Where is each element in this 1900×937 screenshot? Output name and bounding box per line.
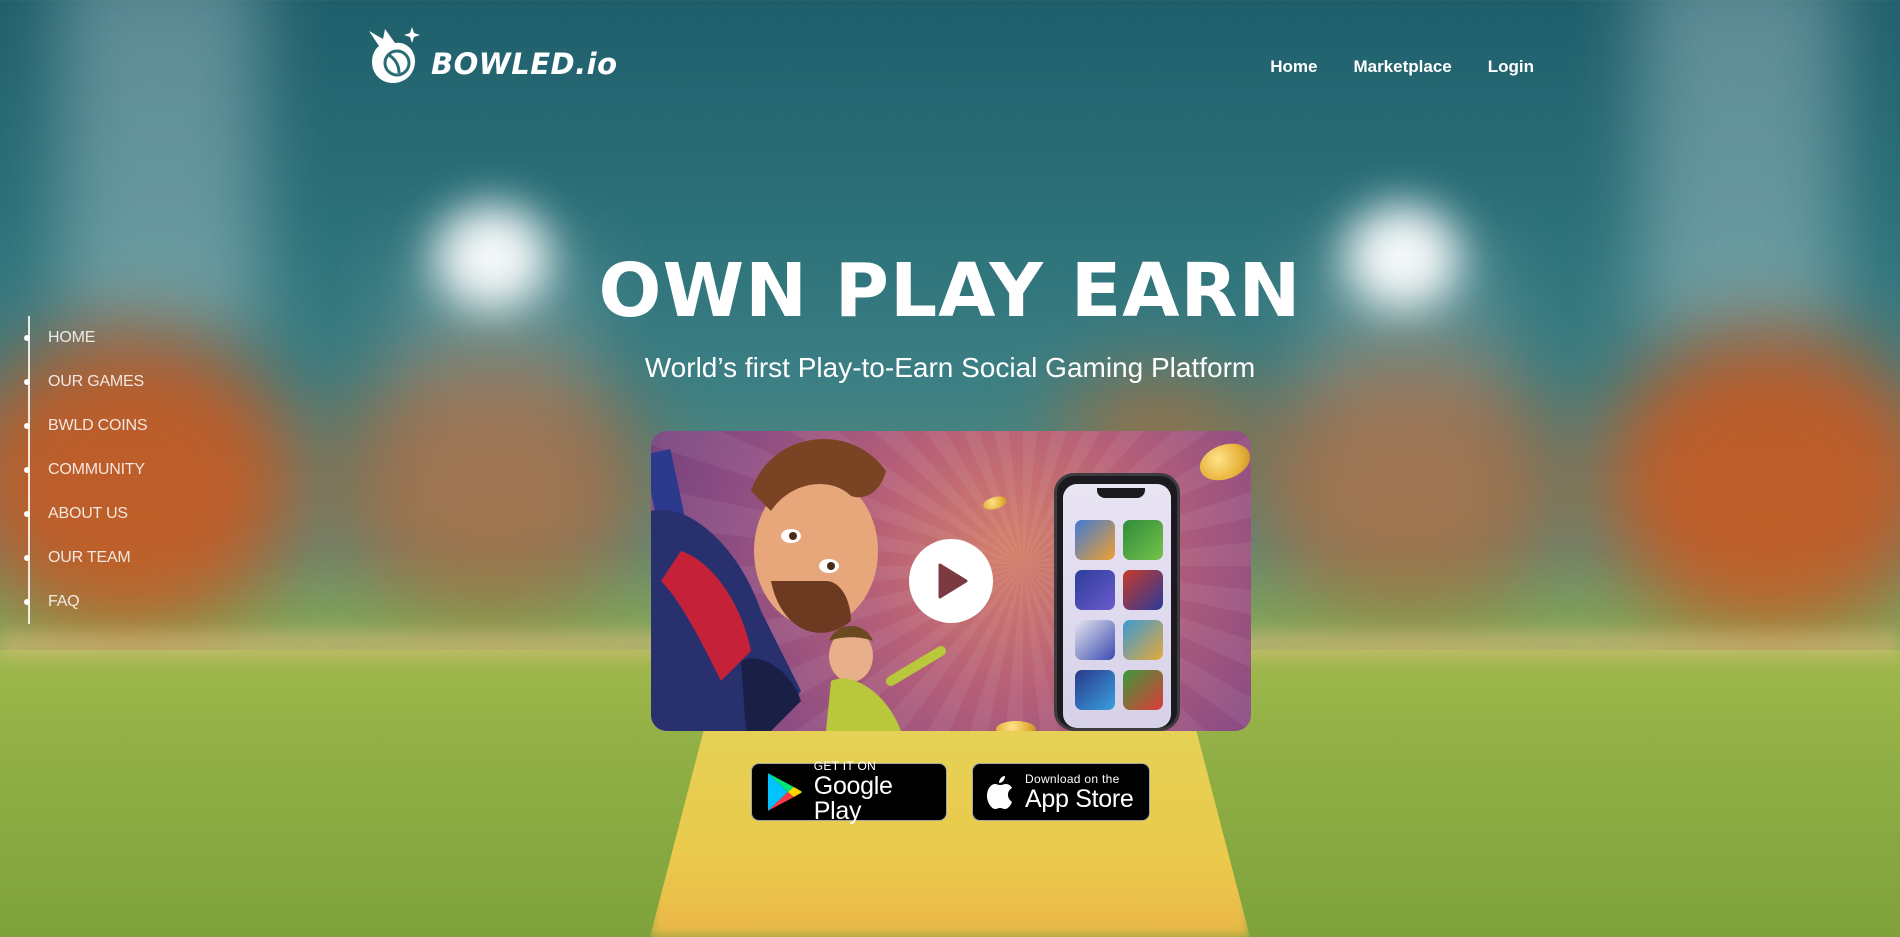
apple-icon — [987, 776, 1012, 809]
coin-icon — [996, 721, 1036, 731]
google-play-button[interactable]: GET IT ON Google Play — [751, 759, 947, 825]
nav-login-link[interactable]: Login — [1488, 57, 1534, 77]
bullet-icon — [24, 423, 30, 429]
hero-subtitle: World’s first Play-to-Earn Social Gaming… — [644, 352, 1256, 383]
bullet-icon — [24, 467, 30, 473]
play-video-button[interactable] — [909, 539, 993, 623]
bullet-icon — [24, 599, 30, 605]
brand-name: BOWLED.io — [431, 47, 618, 81]
nav-marketplace-link[interactable]: Marketplace — [1353, 57, 1451, 77]
app-store-button[interactable]: Download on the App Store — [972, 763, 1150, 821]
sidenav-item-community[interactable]: COMMUNITY — [24, 448, 147, 492]
ball-logo-icon — [369, 27, 420, 83]
sidenav-item-bwld-coins[interactable]: BWLD COINS — [24, 404, 148, 448]
sidenav-item-about-us[interactable]: ABOUT US — [24, 492, 147, 536]
play-icon — [938, 563, 968, 599]
google-play-big-text: Google Play — [813, 772, 893, 825]
top-nav: Home Marketplace Login — [1270, 57, 1534, 77]
brand-logo[interactable]: BOWLED.io — [365, 25, 618, 87]
bullet-icon — [24, 335, 30, 341]
hero-title: OWN PLAY EARN — [598, 248, 1302, 334]
nav-home-link[interactable]: Home — [1270, 57, 1317, 77]
app-store-big-text: App Store — [1025, 784, 1134, 813]
app-store-small-text: Download on the — [1025, 771, 1120, 786]
google-play-small-text: GET IT ON — [813, 759, 877, 773]
bullet-icon — [24, 555, 30, 561]
sidenav-item-faq[interactable]: FAQ — [24, 580, 147, 624]
sidenav-item-our-team[interactable]: OUR TEAM — [24, 536, 147, 580]
bullet-icon — [24, 511, 30, 517]
google-play-icon — [767, 773, 802, 811]
phone-mockup — [1054, 473, 1180, 731]
promo-video[interactable] — [651, 431, 1251, 731]
